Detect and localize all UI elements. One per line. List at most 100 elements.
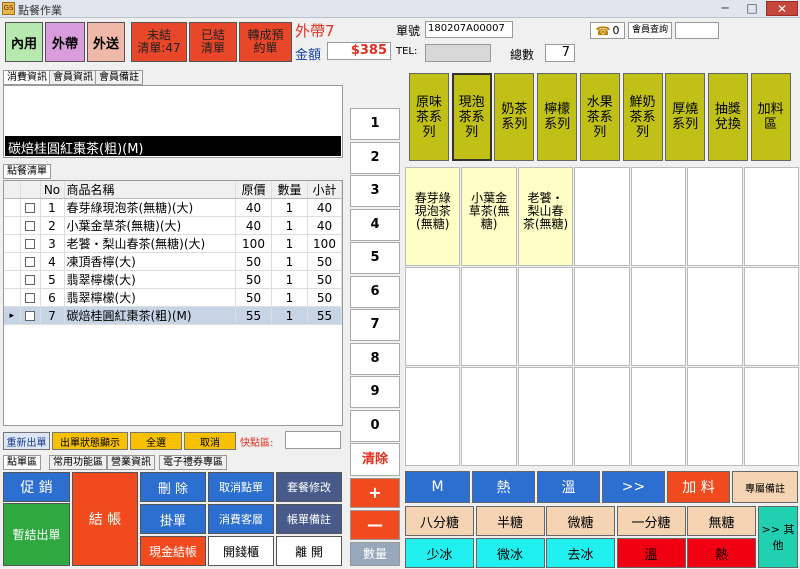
ice-option-0[interactable]: 少冰 (405, 538, 474, 568)
bill-note-button[interactable]: 帳單備註 (276, 504, 342, 534)
numpad-key-2[interactable]: 2 (350, 141, 400, 174)
product-button[interactable]: 老饕・梨山春茶(無糖) (517, 167, 574, 266)
cancel-select-button[interactable]: 取消 (184, 432, 236, 450)
convert-reservation-button[interactable]: 轉成預 約單 (239, 22, 292, 62)
tab-consume-info[interactable]: 消費資訊 (3, 70, 51, 85)
numpad-key-6[interactable]: 6 (350, 275, 400, 308)
minus-button[interactable]: — (350, 510, 400, 540)
row-checkbox[interactable] (20, 306, 41, 325)
category-3[interactable]: 檸檬系列 (537, 73, 578, 161)
sugar-option-1[interactable]: 半糖 (475, 506, 545, 536)
dine-in-button[interactable]: 內用 (5, 22, 43, 62)
numpad-key-5[interactable]: 5 (350, 242, 400, 274)
numpad-key-7[interactable]: 7 (350, 309, 400, 341)
phone-button[interactable]: ☎ 0 (590, 22, 625, 39)
table-row[interactable]: 1 春芽綠現泡茶(無糖)(大) 40 1 40 (4, 198, 342, 217)
size-m-button[interactable]: M (405, 471, 470, 503)
ice-option-4[interactable]: 熱 (687, 538, 756, 568)
numpad-key-9[interactable]: 9 (350, 376, 400, 408)
tab-order-area[interactable]: 點單區 (3, 455, 41, 470)
numpad-key-1[interactable]: 1 (350, 108, 400, 140)
table-row[interactable]: ▸ 7 碳焙桂圓紅棗茶(粗)(M) 55 1 55 (4, 306, 342, 325)
category-2[interactable]: 奶茶系列 (494, 73, 535, 161)
warm-button[interactable]: 溫 (537, 471, 600, 503)
takeout-button[interactable]: 外帶 (45, 22, 85, 62)
delete-button[interactable]: 刪 除 (140, 472, 206, 502)
row-checkbox[interactable] (20, 216, 41, 235)
row-price: 50 (235, 252, 272, 271)
close-icon[interactable]: ✕ (766, 1, 798, 16)
cash-checkout-button[interactable]: 現金結帳 (140, 536, 206, 566)
numpad-key-8[interactable]: 8 (350, 342, 400, 375)
other-options-button[interactable]: >> 其他 (758, 506, 798, 568)
category-0[interactable]: 原味茶系列 (409, 73, 449, 161)
category-7[interactable]: 抽獎兌換 (707, 73, 748, 161)
topping-button[interactable]: 加 料 (667, 471, 730, 503)
temp-checkout-button[interactable]: 暫結出單 (3, 503, 70, 566)
category-6[interactable]: 厚燒系列 (665, 73, 706, 161)
row-checkbox[interactable] (20, 198, 41, 217)
sugar-option-4[interactable]: 無糖 (687, 506, 756, 536)
category-1[interactable]: 現泡茶系列 (451, 73, 492, 161)
numpad-key-3[interactable]: 3 (350, 175, 400, 207)
promo-button[interactable]: 促 銷 (3, 472, 70, 502)
row-checkbox[interactable] (20, 252, 41, 271)
leave-button[interactable]: 離 開 (276, 536, 342, 566)
table-row[interactable]: 4 凍頂香檸(大) 50 1 50 (4, 252, 342, 271)
member-query-button[interactable]: 會員查詢 (628, 22, 672, 39)
row-checkbox[interactable] (20, 270, 41, 289)
delivery-button[interactable]: 外送 (87, 22, 125, 62)
table-row[interactable]: 3 老饕・梨山春茶(無糖)(大) 100 1 100 (4, 234, 342, 253)
tel-field[interactable] (425, 44, 491, 62)
settled-list-button[interactable]: 已結 清單 (189, 22, 237, 62)
product-button[interactable]: 春芽綠現泡茶(無糖) (405, 167, 461, 266)
package-edit-button[interactable]: 套餐修改 (276, 472, 342, 502)
ice-option-1[interactable]: 微冰 (475, 538, 545, 568)
status-show-button[interactable]: 出單狀態顯示 (52, 432, 128, 450)
special-note-button[interactable]: 專屬備註 (732, 471, 798, 503)
open-drawer-button[interactable]: 開錢櫃 (208, 536, 274, 566)
sugar-option-3[interactable]: 一分糖 (616, 506, 686, 536)
product-button[interactable]: 小葉金草茶(無糖) (461, 167, 517, 266)
plus-button[interactable]: + (350, 478, 400, 508)
row-subtotal: 55 (307, 306, 342, 325)
order-mode-label: 外帶7 (295, 22, 335, 40)
tab-member-info[interactable]: 會員資訊 (49, 70, 97, 85)
row-checkbox[interactable] (20, 288, 41, 307)
member-query-input[interactable] (675, 22, 719, 39)
sugar-option-0[interactable]: 八分糖 (405, 506, 474, 536)
row-checkbox[interactable] (20, 234, 41, 253)
maximize-icon[interactable]: □ (739, 1, 765, 16)
category-8[interactable]: 加料區 (750, 73, 791, 161)
minimize-icon[interactable]: ─ (712, 1, 738, 16)
tab-e-voucher[interactable]: 電子禮券專區 (159, 455, 227, 470)
numpad-key-4[interactable]: 4 (350, 208, 400, 241)
more-size-button[interactable]: >> (602, 471, 665, 503)
tab-member-note[interactable]: 會員備註 (95, 70, 143, 85)
hang-order-button[interactable]: 掛單 (140, 504, 206, 534)
cancel-item-button[interactable]: 取消點單 (208, 472, 274, 502)
row-qty: 1 (271, 198, 308, 217)
ice-option-2[interactable]: 去冰 (546, 538, 615, 568)
customer-level-button[interactable]: 消費客層 (208, 504, 274, 534)
category-5[interactable]: 鮮奶茶系列 (622, 73, 663, 161)
tab-business-info[interactable]: 營業資訊 (107, 455, 155, 470)
tab-order-list[interactable]: 點餐清單 (3, 164, 51, 179)
quick-area-input[interactable] (285, 431, 341, 449)
hot-button[interactable]: 熱 (472, 471, 535, 503)
numpad-key-0[interactable]: 0 (350, 409, 400, 442)
amount-value: $385 (327, 42, 391, 60)
table-row[interactable]: 2 小葉金草茶(無糖)(大) 40 1 40 (4, 216, 342, 235)
category-4[interactable]: 水果茶系列 (579, 73, 620, 161)
select-all-button[interactable]: 全選 (130, 432, 182, 450)
ice-option-3[interactable]: 溫 (616, 538, 686, 568)
reissue-button[interactable]: 重新出單 (3, 432, 50, 450)
sugar-option-2[interactable]: 微糖 (546, 506, 615, 536)
clear-button[interactable]: 清除 (350, 443, 400, 476)
checkout-button[interactable]: 結 帳 (72, 472, 138, 566)
table-row[interactable]: 6 翡翠檸檬(大) 50 1 50 (4, 288, 342, 307)
row-subtotal: 50 (307, 252, 342, 271)
unsettled-list-button[interactable]: 未結 清單:47 (131, 22, 187, 62)
tab-common-func[interactable]: 常用功能區 (49, 455, 107, 470)
table-row[interactable]: 5 翡翠檸檬(大) 50 1 50 (4, 270, 342, 289)
